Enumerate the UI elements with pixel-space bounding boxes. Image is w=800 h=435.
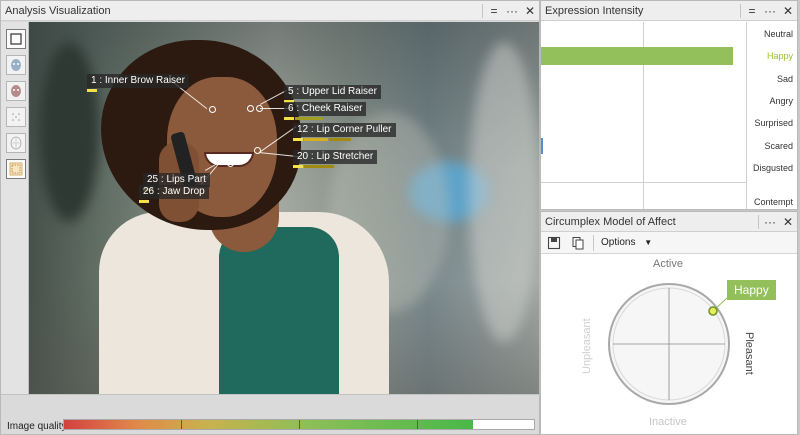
action-units-tool-icon[interactable] [6, 159, 26, 179]
au-intensity-bar [284, 117, 294, 120]
au-label: 6 : Cheek Raiser [284, 102, 367, 116]
au-label: 1 : Inner Brow Raiser [87, 74, 189, 88]
au-intensity-bar [139, 200, 149, 203]
current-emotion-badge: Happy [727, 280, 776, 300]
au-label: 26 : Jaw Drop [139, 185, 209, 199]
circumplex-toolbar: Options ▼ [541, 232, 797, 254]
image-quality-track [63, 419, 535, 430]
titlebar-separator [758, 215, 759, 229]
pin-icon[interactable]: = [485, 3, 503, 19]
person-top [219, 227, 339, 394]
options-dropdown[interactable]: Options ▼ [601, 237, 652, 251]
au-label: 5 : Upper Lid Raiser [284, 85, 381, 99]
pleasant-axis-label: Pleasant [743, 332, 755, 375]
expression-label-disgusted: Disgusted [752, 162, 793, 173]
pin-icon[interactable]: = [743, 3, 761, 19]
landmark-point [254, 147, 261, 154]
quality-tick [181, 420, 182, 429]
expression-label-sad: Sad [776, 73, 793, 84]
expression-label-scared: Scared [764, 140, 793, 151]
au-intensity-bar [329, 138, 351, 141]
more-options-icon[interactable]: ··· [503, 3, 521, 19]
more-options-icon[interactable]: ··· [761, 214, 779, 230]
au-intensity-bar [304, 165, 334, 168]
expression-intensity-panel: Expression Intensity = ··· ✕ Neutral Happ… [540, 0, 798, 210]
expression-bar-happy [541, 47, 733, 66]
background-shape [469, 42, 539, 342]
titlebar-separator [482, 4, 483, 18]
au-intensity-bar [304, 138, 328, 141]
titlebar-separator [740, 4, 741, 18]
expression-label-angry: Angry [769, 95, 793, 106]
options-label: Options [601, 237, 636, 248]
expression-label-happy: Happy [766, 51, 793, 62]
image-quality-label: Image quality [7, 421, 67, 432]
au-intensity-bar [293, 138, 303, 141]
au-intensity-bar [295, 117, 323, 120]
face-mask-tool-icon[interactable] [6, 55, 26, 75]
circumplex-titlebar: Circumplex Model of Affect ··· ✕ [541, 212, 797, 232]
au-label: 20 : Lip Stretcher [293, 150, 378, 164]
circumplex-panel: Circumplex Model of Affect ··· ✕ Options… [540, 211, 798, 435]
expression-labels: Neutral Happy Sad Angry Surprised Scared Disgu… [746, 22, 797, 209]
gridline [541, 182, 746, 183]
expression-titlebar: Expression Intensity = ··· ✕ [541, 1, 797, 21]
close-icon[interactable]: ✕ [779, 3, 797, 19]
close-icon[interactable]: ✕ [779, 214, 797, 230]
image-quality-bar-area: Image quality [1, 394, 539, 434]
circumplex-chart: Active Inactive Pleasant Unpleasant Happ… [541, 254, 797, 434]
landmark-point [247, 105, 254, 112]
expression-title: Expression Intensity [545, 5, 644, 17]
chevron-down-icon: ▼ [644, 238, 653, 247]
landmarks-tool-icon[interactable] [6, 107, 26, 127]
circumplex-title: Circumplex Model of Affect [545, 216, 676, 228]
expression-label-neutral: Neutral [763, 29, 793, 39]
analysis-title: Analysis Visualization [5, 5, 111, 17]
landmark-point [256, 105, 263, 112]
quality-tick [299, 420, 300, 429]
expression-bar-chart [541, 22, 746, 209]
mesh-tool-icon[interactable] [6, 133, 26, 153]
active-axis-label: Active [653, 258, 683, 270]
analysis-visualization-panel: Analysis Visualization = ··· ✕ 1: Inner… [0, 0, 540, 435]
unpleasant-axis-label: Unpleasant [581, 318, 593, 374]
au-intensity-bar [293, 165, 303, 168]
visualization-toolstrip [1, 22, 29, 394]
face-photo: 1 : Inner Brow Raiser 5 : Upper Lid Rais… [29, 22, 539, 394]
save-icon[interactable] [547, 236, 561, 250]
analysis-titlebar: Analysis Visualization = ··· ✕ [1, 1, 539, 21]
toolbar-separator [593, 235, 594, 251]
quality-tick [417, 420, 418, 429]
image-quality-fill [64, 420, 473, 429]
close-icon[interactable]: ✕ [521, 3, 539, 19]
au-label: 12 : Lip Corner Puller [293, 123, 396, 137]
emotion-position-marker [708, 306, 718, 316]
landmark-point [227, 160, 234, 167]
copy-icon[interactable] [571, 236, 585, 250]
au-intensity-bar [87, 89, 97, 92]
background-shape [39, 42, 99, 222]
landmark-point [209, 106, 216, 113]
frame-tool-icon[interactable] [6, 29, 26, 49]
inactive-axis-label: Inactive [649, 416, 687, 428]
chart-marker [541, 138, 543, 154]
face-heatmap-tool-icon[interactable] [6, 81, 26, 101]
more-options-icon[interactable]: ··· [761, 3, 779, 19]
expression-label-surprised: Surprised [754, 118, 793, 129]
expression-label-contempt: Contempt [753, 197, 793, 208]
